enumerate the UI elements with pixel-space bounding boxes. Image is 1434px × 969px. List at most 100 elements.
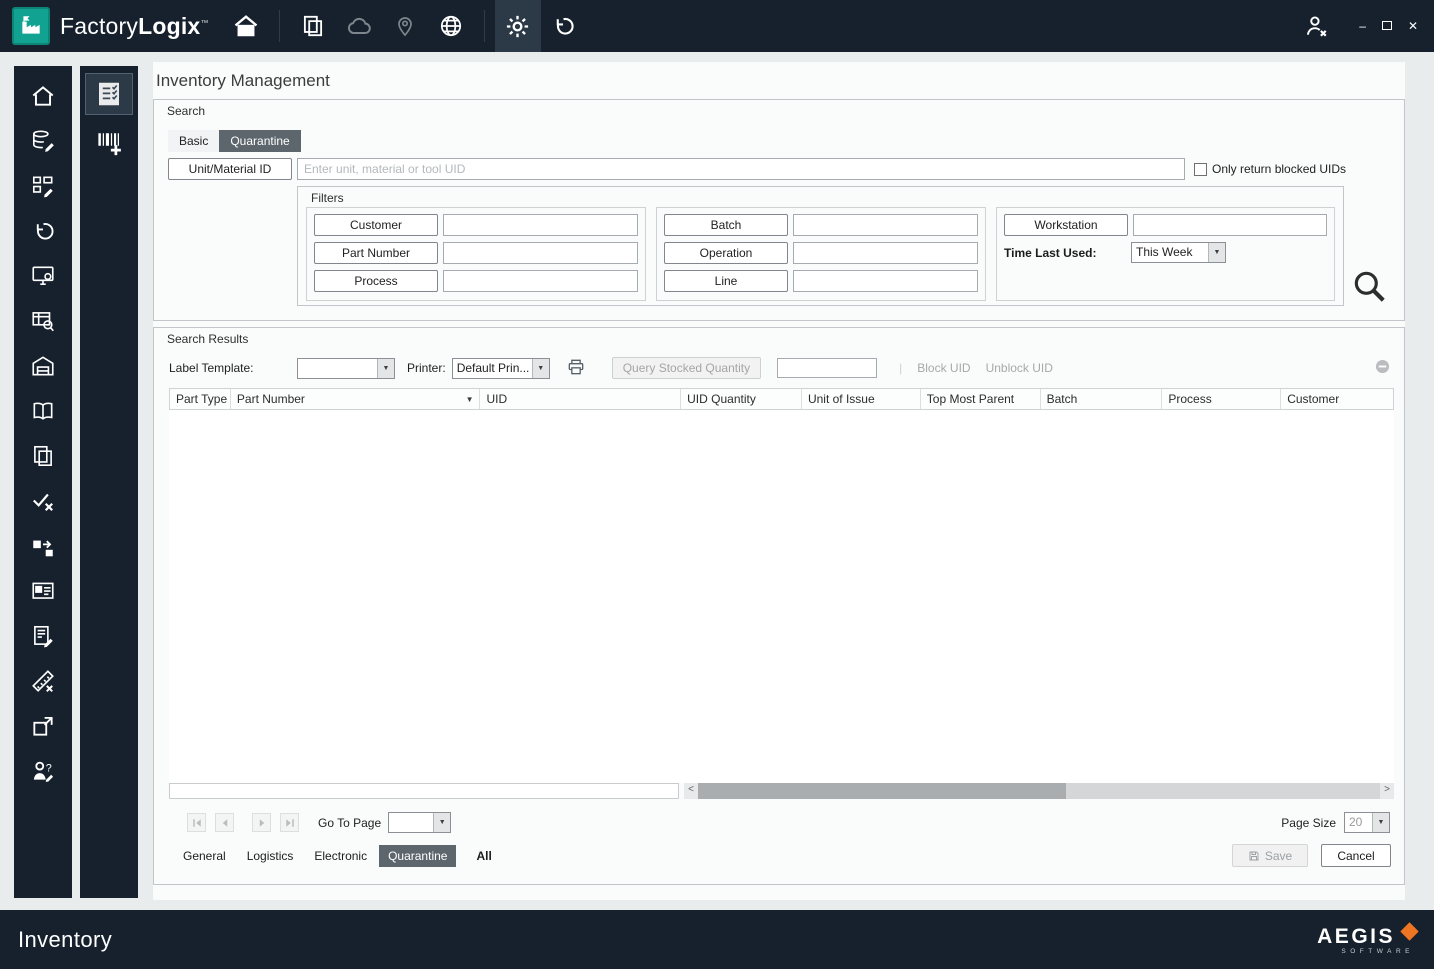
column-header-part-type[interactable]: Part Type [170, 389, 231, 409]
search-tabs: Basic Quarantine [168, 130, 301, 152]
unit-search-input[interactable] [297, 158, 1185, 180]
line-filter-input[interactable] [793, 270, 978, 292]
workstation-filter-input[interactable] [1133, 214, 1327, 236]
block-uid-button[interactable]: Block UID [917, 361, 970, 375]
line-filter-button[interactable]: Line [664, 270, 788, 292]
customer-filter-input[interactable] [443, 214, 638, 236]
save-button[interactable]: Save [1232, 844, 1308, 867]
column-header-part-number[interactable]: Part Number ▼ [231, 389, 481, 409]
search-group-label: Search [167, 104, 206, 118]
sidebar-item-pages[interactable] [26, 442, 60, 470]
brand-name: FactoryLogix™ [60, 12, 209, 39]
part-number-filter-input[interactable] [443, 242, 638, 264]
module-title: Inventory [18, 926, 113, 952]
operation-filter-button[interactable]: Operation [664, 242, 788, 264]
sidebar-item-document-edit[interactable] [26, 622, 60, 650]
close-button[interactable]: ✕ [1408, 20, 1418, 32]
location-pin-icon-button[interactable] [382, 0, 428, 52]
user-logout-icon-button[interactable] [1293, 0, 1339, 52]
sidebar-item-ruler[interactable] [26, 667, 60, 695]
column-header-unit-of-issue[interactable]: Unit of Issue [802, 389, 921, 409]
svg-text:?: ? [46, 763, 52, 775]
printer-select[interactable]: Default Prin... ▼ [451, 357, 550, 379]
column-header-process[interactable]: Process [1162, 389, 1282, 409]
column-header-top-most-parent[interactable]: Top Most Parent [921, 389, 1041, 409]
workstation-filter-button[interactable]: Workstation [1004, 214, 1128, 236]
pages-icon-button[interactable] [290, 0, 336, 52]
column-header-uid-quantity[interactable]: UID Quantity [681, 389, 802, 409]
process-filter-button[interactable]: Process [314, 270, 438, 292]
sidebar-item-history[interactable] [26, 217, 60, 245]
sidebar-item-table-search[interactable] [26, 307, 60, 335]
column-header-uid[interactable]: UID [480, 389, 682, 409]
scroll-right-icon[interactable]: > [1380, 783, 1394, 799]
history-undo-icon-button[interactable] [541, 0, 587, 52]
cloud-icon-button[interactable] [336, 0, 382, 52]
tab-basic[interactable]: Basic [168, 130, 220, 152]
column-header-customer[interactable]: Customer [1281, 389, 1393, 409]
tab-quarantine-search[interactable]: Quarantine [219, 130, 301, 152]
sidebar-item-book[interactable] [26, 397, 60, 425]
part-number-filter-button[interactable]: Part Number [314, 242, 438, 264]
maximize-button[interactable] [1381, 20, 1392, 32]
tab-all[interactable]: All [467, 845, 500, 867]
scrollbar-track[interactable] [698, 783, 1380, 799]
next-page-button[interactable] [252, 813, 271, 832]
tab-quarantine[interactable]: Quarantine [379, 844, 457, 867]
unblock-uid-button[interactable]: Unblock UID [986, 361, 1053, 375]
search-results-group: Search Results Label Template: ▼ Printer… [153, 327, 1405, 885]
sidebar-item-check-x[interactable] [26, 487, 60, 515]
subnav-item-barcode-add[interactable] [86, 122, 132, 162]
sidebar-item-person-question[interactable]: ? [26, 757, 60, 785]
operation-filter-input[interactable] [793, 242, 978, 264]
sub-sidebar [80, 66, 138, 898]
sidebar-item-database-edit[interactable] [26, 127, 60, 155]
toolbar-separator: | [899, 361, 903, 375]
label-template-select[interactable]: ▼ [297, 357, 395, 379]
print-icon-button[interactable] [566, 357, 586, 380]
time-last-used-select[interactable]: This Week ▼ [1131, 242, 1226, 263]
go-to-page-label: Go To Page [318, 815, 382, 830]
sidebar-item-home[interactable] [26, 82, 60, 110]
sidebar-item-id-card[interactable] [26, 577, 60, 605]
batch-filter-input[interactable] [793, 214, 978, 236]
settings-gear-icon-button[interactable] [494, 0, 541, 52]
search-button[interactable] [1350, 267, 1388, 310]
stocked-quantity-input[interactable] [777, 358, 878, 378]
sidebar-item-package-out[interactable] [26, 712, 60, 740]
minimize-button[interactable]: – [1359, 20, 1366, 32]
filters-column-2: Batch Operation Line [656, 207, 986, 301]
scrollbar-thumb[interactable] [698, 783, 1067, 799]
sidebar-item-warehouse[interactable] [26, 352, 60, 380]
remove-circle-icon-button[interactable] [1375, 359, 1390, 377]
cancel-button[interactable]: Cancel [1321, 844, 1391, 867]
blocked-uids-checkbox[interactable] [1194, 162, 1207, 176]
column-header-batch[interactable]: Batch [1041, 389, 1163, 409]
sidebar-item-transfer[interactable] [26, 532, 60, 560]
scroll-left-icon[interactable]: < [684, 783, 698, 799]
tab-general[interactable]: General [174, 845, 235, 867]
filters-group-label: Filters [311, 191, 344, 205]
unit-material-id-button[interactable]: Unit/Material ID [168, 158, 292, 180]
batch-filter-button[interactable]: Batch [664, 214, 788, 236]
globe-icon-button[interactable] [428, 0, 474, 52]
tab-electronic[interactable]: Electronic [305, 845, 376, 867]
last-page-button[interactable] [280, 813, 299, 832]
sidebar-item-workstation-config[interactable] [26, 262, 60, 290]
sidebar-item-layout-edit[interactable] [26, 172, 60, 200]
first-page-button[interactable] [187, 813, 206, 832]
query-stocked-quantity-button[interactable]: Query Stocked Quantity [611, 357, 762, 379]
go-to-page-select[interactable]: ▼ [388, 812, 452, 833]
aegis-logo: AEGIS SOFTWARE [1317, 922, 1419, 955]
home-icon-button[interactable] [223, 0, 269, 52]
horizontal-scrollbar[interactable]: < > [684, 783, 1394, 799]
statusbar: Inventory AEGIS SOFTWARE [0, 910, 1434, 969]
process-filter-input[interactable] [443, 270, 638, 292]
page-size-input[interactable]: 20 ▼ [1344, 812, 1390, 833]
customer-filter-button[interactable]: Customer [314, 214, 438, 236]
results-table: Part Type Part Number ▼ UID UID Quantity … [169, 388, 1394, 799]
subnav-item-inventory-management[interactable] [85, 73, 133, 115]
results-toolbar: Label Template: ▼ Printer: Default Prin.… [169, 356, 1390, 380]
tab-logistics[interactable]: Logistics [238, 845, 303, 867]
previous-page-button[interactable] [215, 813, 234, 832]
